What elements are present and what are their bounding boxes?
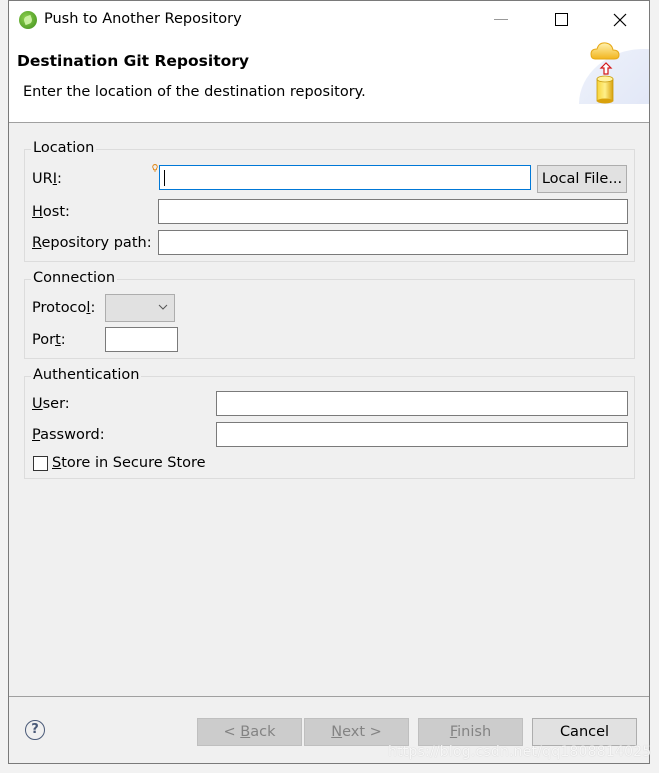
cancel-button[interactable]: Cancel: [532, 718, 637, 746]
repository-path-input[interactable]: [158, 230, 628, 255]
banner: [569, 39, 649, 104]
next-button[interactable]: Next >: [304, 718, 409, 746]
back-button[interactable]: < Back: [197, 718, 302, 746]
local-file-button[interactable]: Local File...: [537, 165, 627, 193]
close-button[interactable]: [609, 9, 631, 31]
watermark-text: https://blog.csdn.net/qq1808814025: [388, 744, 652, 760]
footer-separator: [9, 696, 649, 697]
page-title: Destination Git Repository: [17, 52, 250, 70]
wizard-header: Destination Git Repository Enter the loc…: [9, 39, 649, 123]
port-input[interactable]: [105, 327, 178, 352]
uri-input[interactable]: [159, 165, 531, 190]
protocol-dropdown[interactable]: [105, 294, 175, 322]
title-bar: Push to Another Repository: [9, 1, 649, 39]
text-caret: [164, 170, 165, 186]
finish-button[interactable]: Finish: [418, 718, 523, 746]
user-input[interactable]: [216, 391, 628, 416]
password-label: Password:: [32, 427, 105, 443]
chevron-down-icon: [158, 304, 168, 310]
uri-label: URI:: [32, 171, 62, 187]
connection-group-label: Connection: [31, 270, 118, 286]
port-label: Port:: [32, 332, 66, 348]
push-to-cloud-icon: [590, 42, 620, 104]
page-description: Enter the location of the destination re…: [23, 84, 366, 100]
host-label: Host:: [32, 204, 70, 220]
minimize-icon: [494, 19, 508, 20]
location-group-label: Location: [31, 140, 97, 156]
maximize-button[interactable]: [555, 13, 568, 26]
authentication-group-label: Authentication: [31, 367, 142, 383]
eclipse-app-icon: [19, 11, 37, 29]
content-assist-bulb-icon: [152, 164, 158, 172]
repository-path-label: Repository path:: [32, 235, 152, 251]
protocol-label: Protocol:: [32, 300, 96, 316]
host-input[interactable]: [158, 199, 628, 224]
password-input[interactable]: [216, 422, 628, 447]
user-label: User:: [32, 396, 70, 412]
window-title: Push to Another Repository: [44, 11, 242, 27]
store-in-secure-store-checkbox[interactable]: [33, 456, 48, 471]
help-icon[interactable]: ?: [25, 720, 45, 740]
push-dialog-window: Push to Another Repository Destination G…: [8, 0, 650, 764]
store-in-secure-store-label[interactable]: Store in Secure Store: [52, 455, 206, 471]
